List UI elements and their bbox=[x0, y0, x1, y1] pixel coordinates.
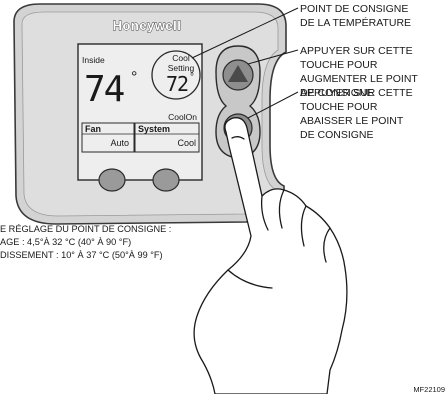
increase-setpoint-button[interactable] bbox=[222, 59, 254, 91]
callout-decrease-line: APPUYER SUR CETTE bbox=[300, 87, 413, 99]
setpoint-range-info: E RÉGLAGE DU POINT DE CONSIGNE : AGE : 4… bbox=[0, 224, 174, 260]
callout-increase-line: AUGMENTER LE POINT bbox=[300, 73, 418, 85]
lcd-screen: Inside 74 ° Cool Setting 72 ° CoolOn Fan… bbox=[77, 43, 203, 181]
brand-logo: Honeywell bbox=[113, 18, 182, 33]
callout-setpoint: POINT DE CONSIGNE DE LA TEMPÉRATURE bbox=[300, 3, 411, 29]
system-label: System bbox=[138, 124, 170, 134]
system-value: Cool bbox=[177, 138, 196, 148]
fan-value: Auto bbox=[110, 138, 129, 148]
callout-decrease-block: APPUYER SUR CETTE TOUCHE POUR ABAISSER L… bbox=[300, 87, 416, 141]
callout-decrease-line: ABAISSER LE POINT bbox=[300, 115, 404, 127]
inside-label: Inside bbox=[82, 55, 105, 65]
thermostat-diagram: Honeywell Inside 74 ° Cool Setting 72 ° … bbox=[0, 3, 445, 394]
system-button[interactable] bbox=[152, 168, 180, 192]
fan-label: Fan bbox=[85, 124, 101, 134]
callout-increase-line: TOUCHE POUR bbox=[300, 59, 378, 71]
callout-setpoint-line: POINT DE CONSIGNE bbox=[300, 3, 408, 15]
range-info-line: DISSEMENT : 10° À 37 °C (50°À 99 °F) bbox=[0, 250, 163, 260]
setpoint-temperature: 72 bbox=[166, 72, 188, 96]
inside-degree: ° bbox=[131, 69, 137, 86]
inside-temperature: 74 bbox=[84, 69, 124, 110]
setpoint-degree: ° bbox=[190, 72, 194, 83]
range-info-line: E RÉGLAGE DU POINT DE CONSIGNE : bbox=[0, 224, 171, 234]
callout-setpoint-line: DE LA TEMPÉRATURE bbox=[300, 16, 411, 29]
callout-increase-line: APPUYER SUR CETTE bbox=[300, 45, 413, 57]
status-cool-on: CoolOn bbox=[168, 112, 197, 122]
callout-decrease-line: DE CONSIGNE bbox=[300, 129, 374, 141]
figure-id: MF22109 bbox=[413, 385, 445, 394]
range-info-line: AGE : 4,5°À 32 °C (40° À 90 °F) bbox=[0, 237, 131, 247]
callout-decrease-line: TOUCHE POUR bbox=[300, 101, 378, 113]
fan-button[interactable] bbox=[98, 168, 126, 192]
